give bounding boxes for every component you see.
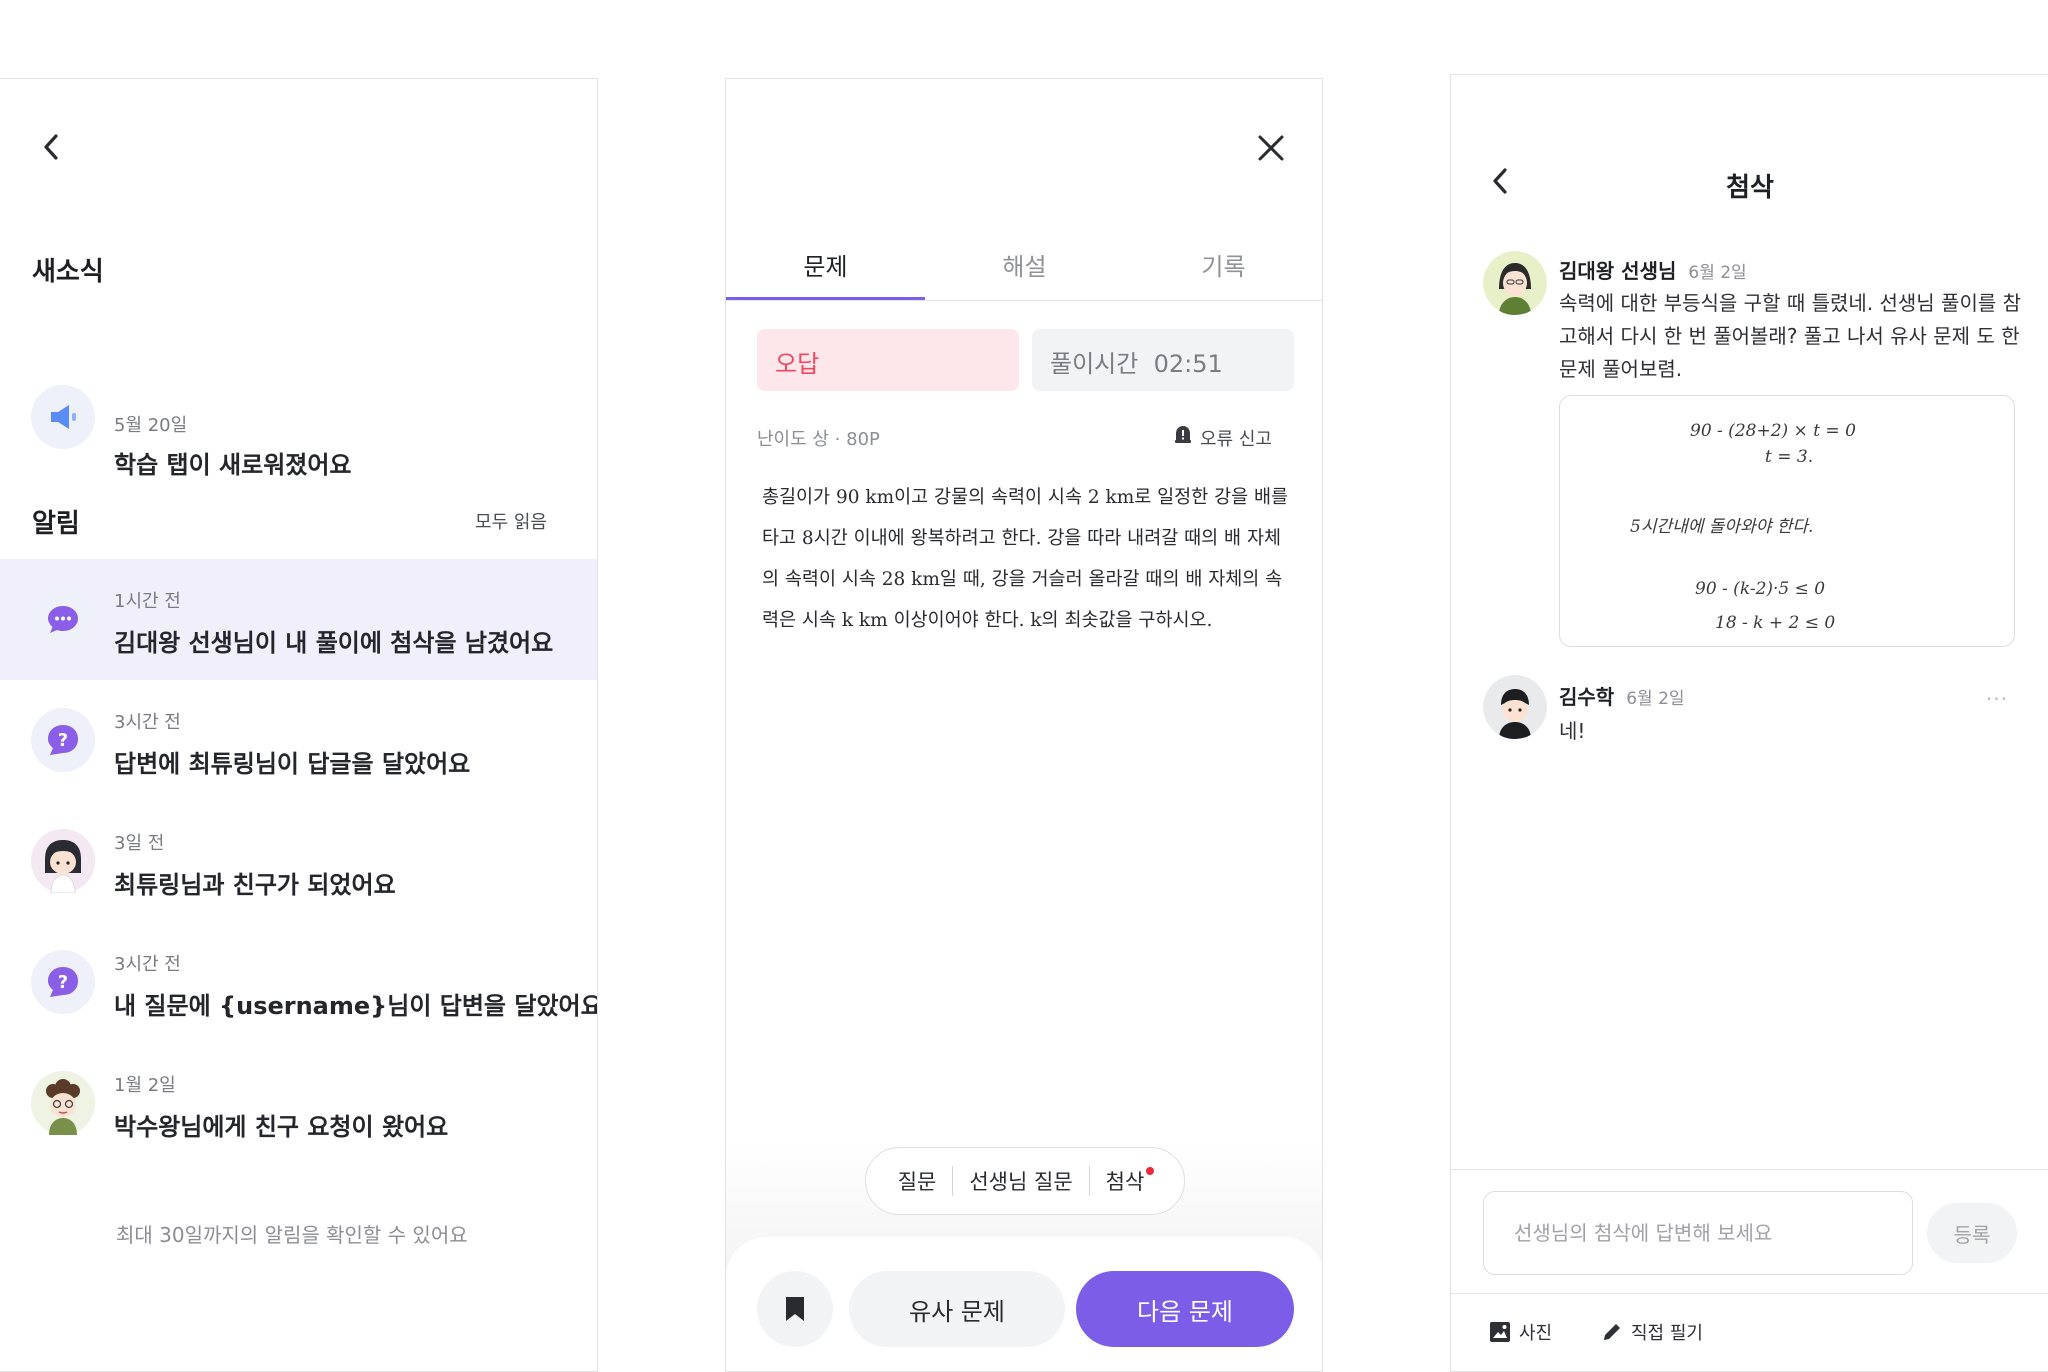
avatar (31, 829, 95, 893)
problem-screen: 문제 해설 기록 오답 풀이시간 02:51 난이도 상 · 80P 오류 신고… (725, 78, 1323, 1372)
notification-item[interactable]: 3일 전 최튜링님과 친구가 되었어요 (0, 801, 597, 922)
notification-title: 최튜링님과 친구가 되었어요 (114, 871, 396, 899)
comment-date: 6월 2일 (1626, 689, 1685, 709)
news-section-title: 새소식 (32, 257, 104, 287)
news-item-date: 5월 20일 (114, 415, 188, 436)
page-title: 첨삭 (1726, 173, 1774, 203)
notification-item[interactable]: ? 3시간 전 답변에 최튜링님이 답글을 달았어요 (0, 680, 597, 801)
notification-item[interactable]: 1시간 전 김대왕 선생님이 내 풀이에 첨삭을 남겼어요 (0, 559, 597, 680)
notification-title: 박수왕님에게 친구 요청이 왔어요 (114, 1113, 449, 1141)
reply-input[interactable] (1483, 1191, 1913, 1275)
tab-problem[interactable]: 문제 (726, 247, 925, 282)
handwritten-solution-image[interactable]: 90 - (28+2) × t = 0 t = 3. 5시간내에 돌아와야 한다… (1559, 395, 2015, 647)
bookmark-button[interactable] (757, 1271, 833, 1347)
notification-time: 3시간 전 (114, 712, 181, 733)
news-item-title: 학습 탭이 새로워졌어요 (114, 451, 352, 479)
difficulty-meta: 난이도 상 · 80P (757, 429, 880, 450)
comment-author-name: 김대왕 선생님 (1559, 259, 1677, 283)
report-label: 오류 신고 (1200, 428, 1272, 450)
comment-text: 네! (1559, 719, 1586, 743)
new-badge-dot (1146, 1167, 1155, 1175)
solve-time-value: 02:51 (1153, 350, 1223, 378)
comment-text: 속력에 대한 부등식을 구할 때 틀렸네. 선생님 풀이를 참고해서 다시 한 … (1559, 291, 2022, 381)
alerts-section-title: 알림 (32, 509, 80, 539)
sketch-line: 18 - k + 2 ≤ 0 (1715, 613, 1835, 633)
handwriting-label: 직접 필기 (1631, 1323, 1703, 1344)
tab-history[interactable]: 기록 (1124, 247, 1322, 282)
megaphone-icon (31, 385, 95, 449)
sketch-line: t = 3. (1765, 447, 1813, 467)
submit-button[interactable]: 등록 (1927, 1203, 2017, 1263)
tab-solution[interactable]: 해설 (925, 247, 1124, 282)
comment-author: 김대왕 선생님 6월 2일 (1559, 255, 1747, 284)
notification-title: 답변에 최튜링님이 답글을 달았어요 (114, 750, 471, 778)
notification-item[interactable]: 1월 2일 박수왕님에게 친구 요청이 왔어요 (0, 1043, 597, 1164)
teacher-question-button[interactable]: 선생님 질문 (969, 1166, 1072, 1196)
notification-time: 3일 전 (114, 833, 165, 854)
footer-note: 최대 30일까지의 알림을 확인할 수 있어요 (116, 1223, 468, 1247)
photo-button[interactable]: 사진 (1489, 1319, 1552, 1345)
svg-text:?: ? (58, 972, 68, 993)
sketch-line: 5시간내에 돌아와야 한다. (1630, 517, 1813, 537)
question-pill: 질문 선생님 질문 첨삭 (865, 1147, 1185, 1215)
notification-time: 3시간 전 (114, 954, 181, 975)
question-button[interactable]: 질문 (898, 1166, 937, 1196)
solve-time-badge: 풀이시간 02:51 (1032, 329, 1294, 391)
notification-time: 1시간 전 (114, 591, 181, 612)
solve-time-label: 풀이시간 (1050, 350, 1139, 378)
pill-divider (1088, 1166, 1090, 1196)
photo-label: 사진 (1519, 1323, 1553, 1344)
tab-divider (726, 300, 1322, 301)
news-screen: 새소식 5월 20일 학습 탭이 새로워졌어요 알림 모두 읽음 1시간 전 김… (0, 78, 598, 1372)
review-screen: 첨삭 김대왕 선생님 6월 2일 속력에 대한 부등식을 구할 때 틀렸네. 선생… (1450, 74, 2048, 1372)
sketch-line: 90 - (k-2)·5 ≤ 0 (1695, 579, 1825, 599)
avatar (1483, 251, 1547, 315)
review-button-label: 첨삭 (1105, 1170, 1145, 1194)
notification-title: 김대왕 선생님이 내 풀이에 첨삭을 남겼어요 (114, 629, 554, 657)
back-icon[interactable] (38, 131, 66, 163)
input-divider (1451, 1169, 2048, 1170)
similar-problem-button[interactable]: 유사 문제 (849, 1271, 1065, 1347)
notification-time: 1월 2일 (114, 1075, 176, 1096)
avatar (1483, 675, 1547, 739)
close-icon[interactable] (1256, 133, 1286, 163)
alert-bell-icon (1172, 424, 1194, 451)
comment-author: 김수학 6월 2일 (1559, 681, 1685, 710)
handwriting-button[interactable]: 직접 필기 (1601, 1319, 1703, 1345)
chat-bubble-icon (31, 587, 95, 651)
notification-title: 내 질문에 {username}님이 답변을 달았어요 (114, 992, 598, 1020)
result-badge: 오답 (757, 329, 1019, 391)
news-item[interactable]: 5월 20일 학습 탭이 새로워졌어요 (0, 375, 597, 485)
question-icon: ? (31, 708, 95, 772)
read-all-button[interactable]: 모두 읽음 (475, 508, 547, 534)
review-button[interactable]: 첨삭 (1105, 1166, 1155, 1196)
comment-author-name: 김수학 (1559, 685, 1615, 709)
photo-icon (1490, 1322, 1510, 1342)
svg-text:?: ? (58, 730, 68, 751)
question-icon: ? (31, 950, 95, 1014)
pencil-icon (1604, 1324, 1620, 1340)
notification-item[interactable]: ? 3시간 전 내 질문에 {username}님이 답변을 달았어요 (0, 922, 598, 1043)
report-error-button[interactable]: 오류 신고 (1172, 424, 1272, 451)
next-problem-button[interactable]: 다음 문제 (1076, 1271, 1294, 1347)
avatar (31, 1071, 95, 1135)
comment-date: 6월 2일 (1688, 263, 1747, 283)
problem-text: 총길이가 90 km이고 강물의 속력이 시속 2 km로 일정한 강을 배를 … (762, 487, 1289, 631)
more-options-icon[interactable]: ··· (1986, 687, 2008, 711)
tool-divider (1451, 1293, 2048, 1294)
sketch-line: 90 - (28+2) × t = 0 (1690, 421, 1856, 441)
pill-divider (952, 1166, 954, 1196)
bookmark-icon (786, 1297, 804, 1321)
